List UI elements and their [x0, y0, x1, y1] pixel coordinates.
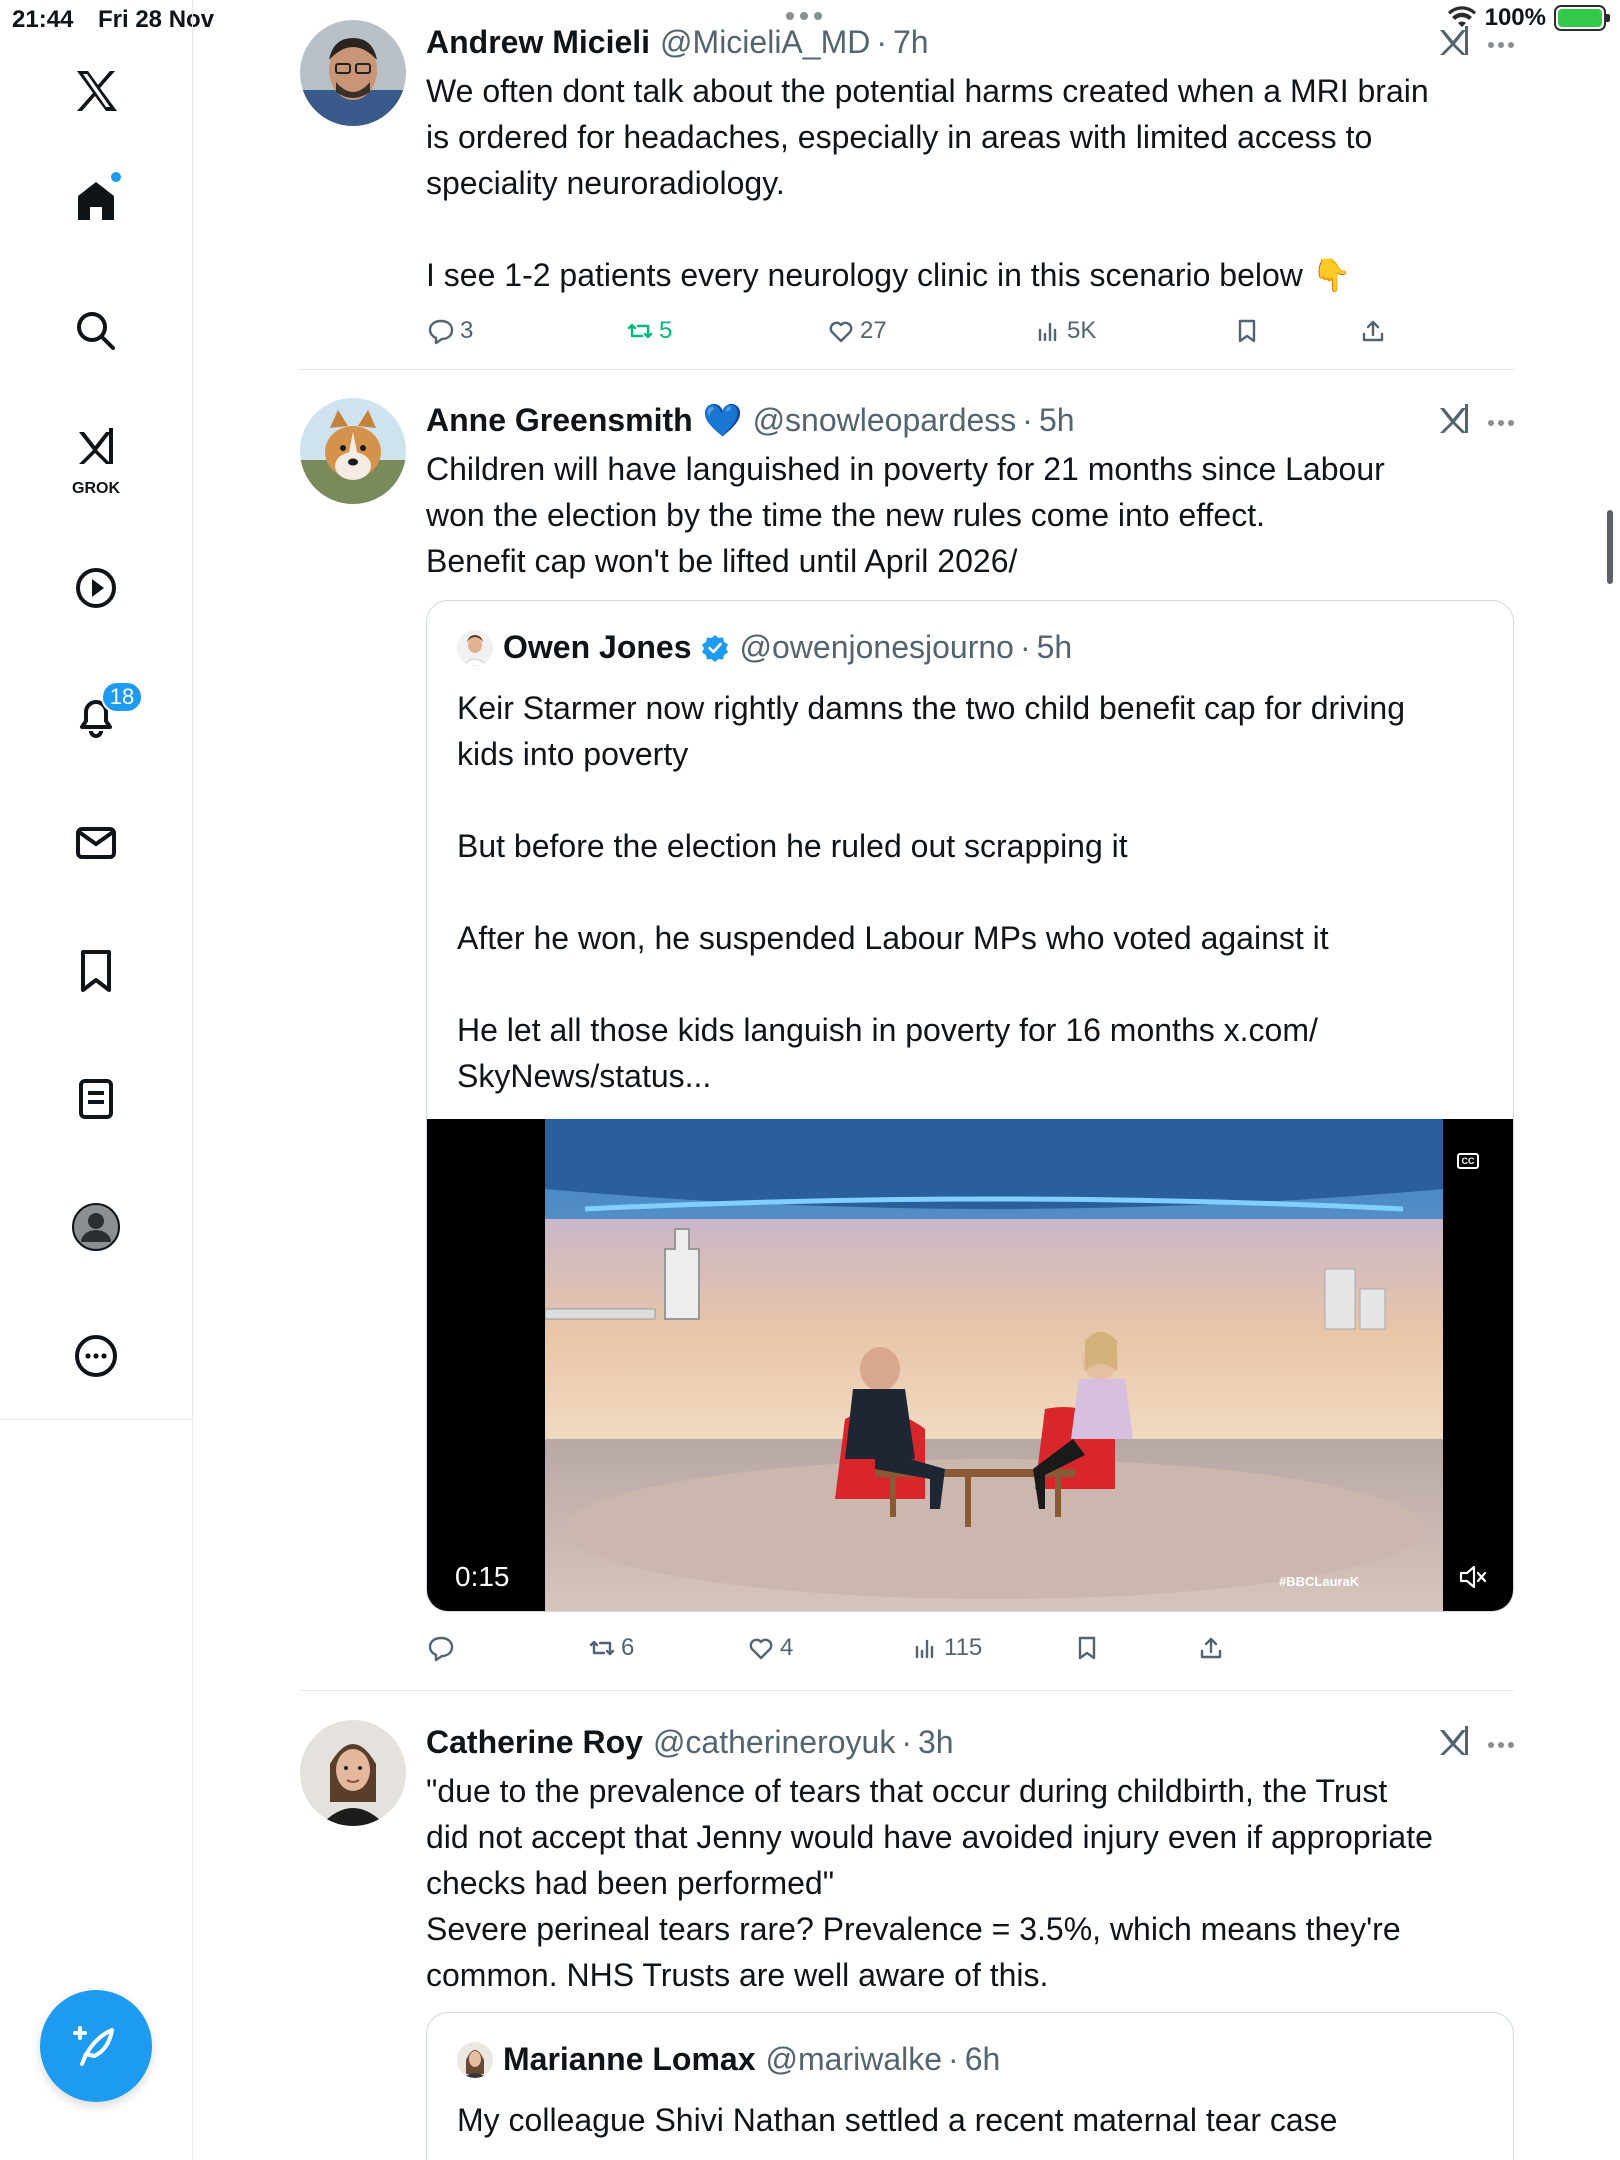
battery-icon — [1554, 5, 1610, 31]
quote-author-name[interactable]: Marianne Lomax — [503, 2041, 756, 2078]
views-chart-icon — [1038, 322, 1057, 342]
avatar[interactable] — [300, 1720, 406, 1826]
messages-mail-icon[interactable] — [55, 802, 137, 884]
reply-icon — [428, 319, 454, 345]
tweet-divider — [300, 1690, 1514, 1691]
mute-icon[interactable] — [1457, 1561, 1489, 1593]
profile-avatar-icon[interactable] — [55, 1186, 137, 1268]
grok-explain-icon[interactable] — [1434, 1722, 1474, 1767]
author-handle[interactable]: @MicieliA_MD — [660, 24, 870, 61]
views-button[interactable]: 5K — [1033, 316, 1096, 346]
quote-avatar[interactable] — [457, 629, 493, 666]
home-new-dot — [109, 170, 123, 184]
author-handle[interactable]: @catherineroyuk — [653, 1724, 895, 1761]
compose-feather-icon — [73, 2026, 114, 2066]
avatar[interactable] — [300, 20, 406, 126]
quote-post-time[interactable]: 5h — [1037, 629, 1073, 666]
views-button[interactable]: 115 — [910, 1633, 982, 1663]
quoted-post[interactable]: Marianne Lomax @mariwalke · 6h My collea… — [426, 2012, 1514, 2160]
repost-button[interactable]: 5 — [625, 316, 672, 346]
tweet-card[interactable]: Andrew Micieli @MicieliA_MD · 7h We ofte… — [300, 20, 1514, 350]
tweet-text: We often dont talk about the potential h… — [426, 73, 1429, 293]
avatar[interactable] — [300, 398, 406, 504]
video-frame[interactable] — [545, 1119, 1443, 1611]
sidebar: GROK 18 — [0, 0, 193, 1420]
author-name[interactable]: Catherine Roy — [426, 1724, 643, 1761]
quote-author-handle[interactable]: @owenjonesjourno — [740, 629, 1014, 666]
share-button[interactable] — [1196, 1633, 1226, 1663]
search-icon[interactable] — [55, 290, 137, 372]
share-icon — [1362, 320, 1384, 342]
bookmark-icon — [1078, 1636, 1096, 1660]
lists-icon[interactable] — [55, 1058, 137, 1140]
closed-captions-icon[interactable]: CC — [1457, 1153, 1479, 1169]
like-count: 4 — [780, 1634, 794, 1661]
tweet-divider — [300, 369, 1514, 370]
reply-button[interactable] — [426, 1633, 460, 1663]
repost-icon — [589, 1640, 615, 1656]
multitasking-dots-icon[interactable] — [786, 12, 822, 20]
repost-button[interactable]: 6 — [587, 1633, 634, 1663]
more-options-icon[interactable] — [55, 1315, 137, 1397]
post-more-icon[interactable] — [1488, 41, 1514, 48]
verified-badge-icon — [700, 633, 730, 663]
notifications-bell-icon[interactable]: 18 — [55, 675, 143, 757]
share-icon — [1200, 1637, 1222, 1659]
notifications-badge: 18 — [101, 681, 143, 713]
tweet-card[interactable]: Catherine Roy @catherineroyuk · 3h "due … — [300, 1720, 1514, 2160]
heart-icon — [749, 1638, 773, 1660]
like-button[interactable]: 27 — [826, 316, 887, 346]
grok-explain-icon[interactable] — [1434, 400, 1474, 445]
like-count: 27 — [860, 317, 887, 344]
quote-avatar[interactable] — [457, 2041, 493, 2078]
bookmark-button[interactable] — [1232, 316, 1262, 346]
home-icon[interactable] — [55, 160, 137, 242]
video-player[interactable]: 0:15 #BBCLauraK CC — [427, 1119, 1513, 1611]
compose-post-button[interactable] — [40, 1990, 152, 2102]
video-duration: 0:15 — [455, 1561, 510, 1592]
view-count: 115 — [944, 1634, 983, 1661]
bookmark-button[interactable] — [1072, 1633, 1102, 1663]
quoted-post[interactable]: Owen Jones @owenjonesjourno · 5h Keir St… — [426, 600, 1514, 1612]
video-play-icon[interactable] — [55, 547, 137, 629]
repost-count: 5 — [659, 317, 673, 344]
post-time[interactable]: 3h — [918, 1724, 954, 1761]
reply-icon — [428, 1636, 454, 1662]
video-watermark: #BBCLauraK — [1279, 1574, 1360, 1589]
grok-explain-icon[interactable] — [1434, 22, 1474, 67]
quote-text: My colleague Shivi Nathan settled a rece… — [457, 2102, 1338, 2138]
bookmark-icon — [1238, 319, 1256, 343]
quote-text: Keir Starmer now rightly damns the two c… — [457, 690, 1405, 1094]
author-handle[interactable]: @snowleopardess — [753, 402, 1017, 439]
like-button[interactable]: 4 — [746, 1633, 793, 1663]
post-more-icon[interactable] — [1488, 419, 1514, 426]
quote-post-time[interactable]: 6h — [965, 2041, 1001, 2078]
bookmarks-icon[interactable] — [55, 930, 137, 1012]
views-chart-icon — [915, 1639, 934, 1659]
post-more-icon[interactable] — [1488, 1741, 1514, 1748]
quote-author-name[interactable]: Owen Jones — [503, 629, 692, 666]
x-logo-icon[interactable] — [55, 50, 137, 132]
repost-count: 6 — [621, 1634, 635, 1661]
author-name[interactable]: Anne Greensmith — [426, 402, 693, 439]
post-time[interactable]: 7h — [893, 24, 929, 61]
share-button[interactable] — [1358, 316, 1388, 346]
author-name[interactable]: Andrew Micieli — [426, 24, 650, 61]
repost-icon — [627, 323, 653, 339]
post-time[interactable]: 5h — [1039, 402, 1075, 439]
tweet-text: "due to the prevalence of tears that occ… — [426, 1773, 1433, 1993]
reply-count: 3 — [460, 317, 474, 344]
scroll-indicator[interactable] — [1607, 510, 1613, 584]
blue-heart-badge: 💙 — [702, 402, 743, 438]
tweet-card[interactable]: Anne Greensmith 💙 @snowleopardess · 5h C… — [300, 398, 1514, 1668]
view-count: 5K — [1067, 317, 1097, 344]
grok-label: GROK — [72, 480, 120, 497]
tweet-text: Children will have languished in poverty… — [426, 451, 1385, 579]
quote-author-handle[interactable]: @mariwalke — [766, 2041, 943, 2078]
heart-icon — [829, 321, 853, 343]
reply-button[interactable]: 3 — [426, 316, 473, 346]
grok-icon[interactable]: GROK — [55, 412, 137, 502]
